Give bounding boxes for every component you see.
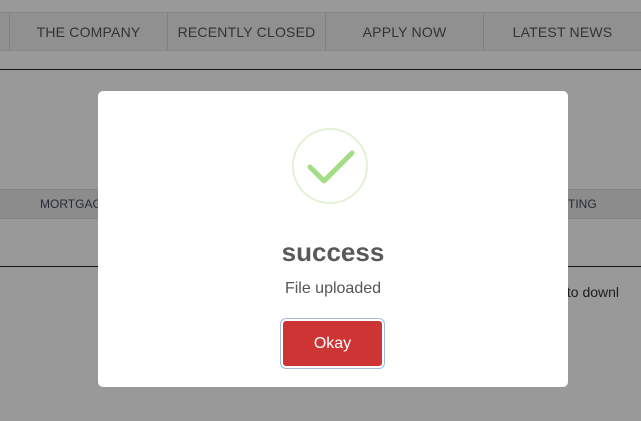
okay-button[interactable]: Okay: [283, 321, 382, 366]
success-dialog: success File uploaded Okay: [98, 91, 568, 387]
checkmark-icon: [292, 128, 368, 204]
dialog-title: success: [281, 237, 385, 267]
dialog-message: File uploaded: [284, 280, 382, 297]
